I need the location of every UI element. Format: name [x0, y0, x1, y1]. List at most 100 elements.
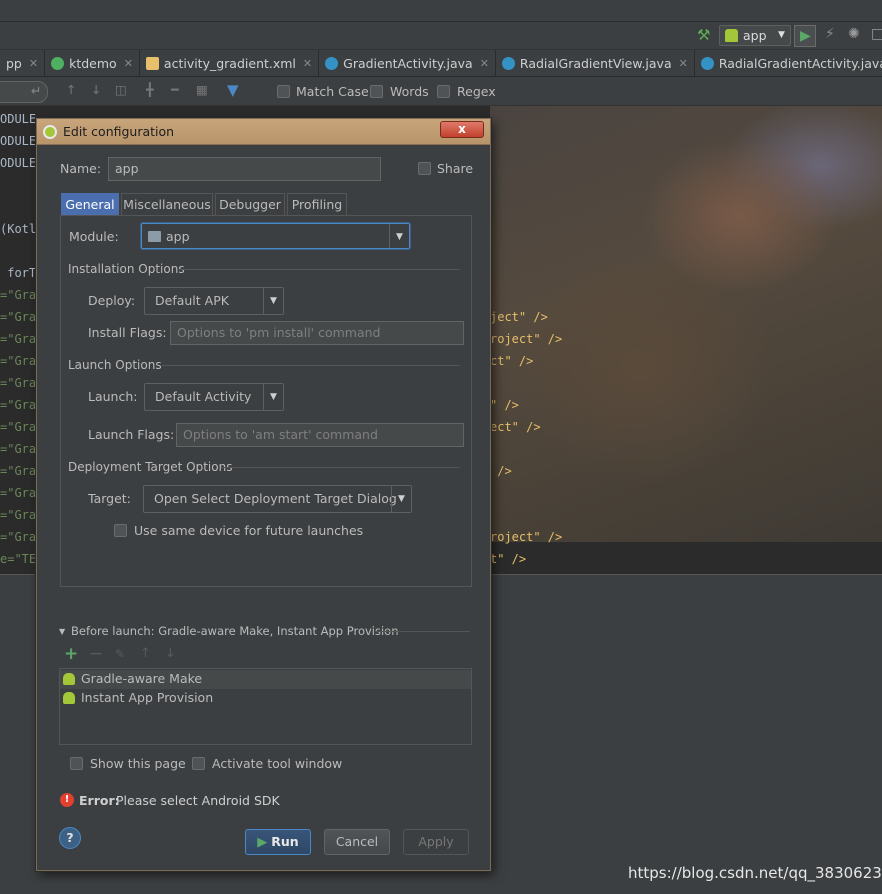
- list-item[interactable]: Gradle-aware Make: [60, 670, 471, 689]
- target-select[interactable]: Open Select Deployment Target Dialog ▼: [143, 485, 412, 513]
- find-usages-icon[interactable]: ◫: [115, 82, 127, 97]
- android-config-icon: [725, 29, 738, 42]
- previous-occurrence-icon[interactable]: ↑: [66, 82, 76, 97]
- next-occurrence-icon[interactable]: ↓: [91, 82, 101, 97]
- words-checkbox[interactable]: [370, 85, 383, 98]
- list-item-label: Gradle-aware Make: [81, 671, 203, 686]
- remove-task-icon[interactable]: −: [89, 644, 103, 664]
- android-icon: [63, 692, 75, 704]
- module-select[interactable]: app ▼: [141, 223, 410, 249]
- close-button[interactable]: x: [440, 121, 484, 138]
- tab-label: General: [65, 197, 115, 212]
- attach-debugger-icon[interactable]: □: [871, 26, 882, 42]
- tab-profiling[interactable]: Profiling: [287, 193, 347, 216]
- editor-tab[interactable]: activity_gradient.xml ✕: [140, 50, 320, 76]
- watermark: https://blog.csdn.net/qq_38306233: [628, 864, 882, 882]
- chevron-down-icon: ▼: [389, 224, 409, 248]
- xml-file-icon: [145, 57, 159, 70]
- close-icon[interactable]: ✕: [480, 57, 489, 70]
- java-class-icon: [325, 57, 339, 70]
- run-button[interactable]: ▶ Run: [245, 829, 311, 855]
- tab-label: activity_gradient.xml: [163, 56, 296, 71]
- match-case-checkbox[interactable]: [277, 85, 290, 98]
- apply-button-label: Apply: [418, 834, 454, 849]
- editor-tab[interactable]: RadialGradientActivity.java✕: [695, 50, 882, 76]
- editor-tab[interactable]: pp ✕: [0, 50, 46, 76]
- code-line-tail: ct" />: [490, 354, 534, 368]
- filter-icon[interactable]: ▼: [227, 81, 239, 99]
- debug-icon[interactable]: ✺: [848, 26, 860, 42]
- same-device-checkbox[interactable]: [114, 524, 127, 537]
- find-bar: ↵ ↑ ↓ ◫ ╋ ━ ▦ ▼ Match Case Words Regex: [0, 78, 882, 106]
- match-case-label: Match Case: [296, 84, 369, 99]
- divider: [375, 631, 470, 632]
- code-line-tail: ject" />: [490, 310, 548, 324]
- editor-tab[interactable]: GradientActivity.java ✕: [319, 50, 496, 76]
- tab-label: Debugger: [219, 197, 281, 212]
- remove-occurrence-icon[interactable]: ━: [171, 82, 179, 97]
- run-button-toolbar[interactable]: ▶: [794, 25, 816, 47]
- find-input[interactable]: ↵: [0, 81, 48, 103]
- list-item-label: Instant App Provision: [81, 690, 214, 705]
- name-field[interactable]: app: [108, 157, 381, 181]
- move-down-icon[interactable]: ↓: [165, 646, 176, 661]
- module-value: app: [166, 229, 190, 244]
- run-config-combo[interactable]: app ▼: [719, 25, 791, 46]
- regex-checkbox[interactable]: [437, 85, 450, 98]
- list-item[interactable]: Instant App Provision: [60, 689, 471, 708]
- chevron-down-icon: ▼: [391, 486, 411, 512]
- build-hammer-icon[interactable]: ⚒: [697, 26, 710, 44]
- same-device-label: Use same device for future launches: [134, 523, 364, 538]
- share-checkbox[interactable]: [418, 162, 431, 175]
- deployment-target-heading: Deployment Target Options: [68, 460, 233, 474]
- editor-tab[interactable]: RadialGradientView.java ✕: [496, 50, 695, 76]
- tab-label: RadialGradientActivity.java: [718, 56, 882, 71]
- apply-changes-icon[interactable]: ⚡: [825, 26, 835, 42]
- edit-configuration-dialog: Edit configuration x Name: app Share Gen…: [36, 118, 491, 871]
- tab-general[interactable]: General: [61, 193, 119, 216]
- launch-flags-input[interactable]: Options to 'am start' command: [176, 423, 464, 447]
- tab-debugger[interactable]: Debugger: [215, 193, 285, 216]
- activate-tool-window-checkbox[interactable]: [192, 757, 205, 770]
- select-all-occurrences-icon[interactable]: ▦: [196, 82, 208, 97]
- close-icon[interactable]: ✕: [303, 57, 312, 70]
- edit-task-icon[interactable]: ✎: [115, 647, 125, 661]
- install-flags-label: Install Flags:: [88, 325, 167, 340]
- name-label: Name:: [60, 161, 102, 176]
- code-line-tail: roject" />: [490, 530, 563, 544]
- tab-label: ktdemo: [69, 56, 117, 71]
- close-icon[interactable]: ✕: [29, 57, 38, 70]
- android-icon: [63, 673, 75, 685]
- close-icon[interactable]: ✕: [124, 57, 133, 70]
- move-up-icon[interactable]: ↑: [140, 646, 151, 661]
- kotlin-module-icon: [51, 57, 65, 70]
- divider: [162, 365, 460, 366]
- cancel-button-label: Cancel: [335, 834, 379, 849]
- deploy-select[interactable]: Default APK ▼: [144, 287, 284, 315]
- code-line: e="TE: [0, 552, 37, 566]
- show-page-checkbox[interactable]: [70, 757, 83, 770]
- add-task-icon[interactable]: +: [64, 644, 78, 664]
- add-occurrence-icon[interactable]: ╋: [146, 82, 154, 97]
- code-line-tail: ect" />: [490, 420, 541, 434]
- activate-tool-window-label: Activate tool window: [212, 756, 343, 771]
- launch-select[interactable]: Default Activity ▼: [144, 383, 284, 411]
- cancel-button[interactable]: Cancel: [324, 829, 390, 855]
- close-icon[interactable]: ✕: [679, 57, 688, 70]
- apply-button[interactable]: Apply: [403, 829, 469, 855]
- code-line-tail: " />: [490, 398, 519, 412]
- launch-options-heading: Launch Options: [68, 358, 162, 372]
- install-flags-input[interactable]: Options to 'pm install' command: [170, 321, 464, 345]
- help-icon[interactable]: ?: [59, 827, 81, 849]
- run-icon: ▶: [800, 28, 811, 44]
- tab-miscellaneous[interactable]: Miscellaneous: [121, 193, 213, 216]
- tab-label: Profiling: [291, 197, 343, 212]
- close-icon: x: [458, 122, 466, 136]
- editor-tab[interactable]: ktdemo ✕: [45, 50, 140, 76]
- collapse-triangle-icon[interactable]: ▼: [59, 627, 65, 636]
- editor-tabs: pp ✕ ktdemo ✕ activity_gradient.xml ✕ Gradi…: [0, 50, 882, 77]
- code-line-tail: t" />: [490, 552, 527, 566]
- dialog-title-bar[interactable]: Edit configuration x: [37, 119, 490, 145]
- tab-label: RadialGradientView.java: [519, 56, 672, 71]
- divider: [221, 467, 460, 468]
